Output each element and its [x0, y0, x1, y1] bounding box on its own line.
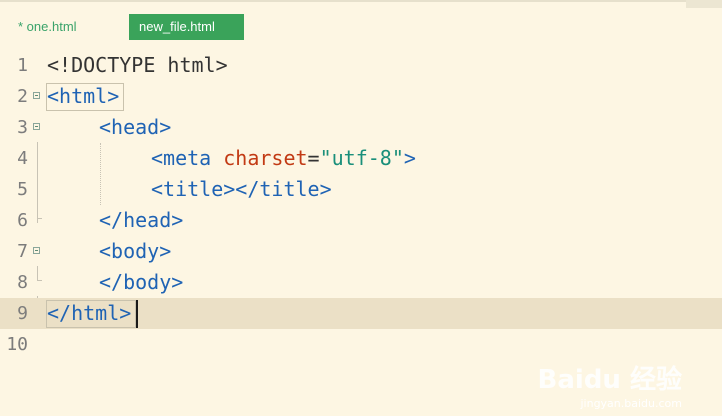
title-close-tag: </title> [235, 177, 332, 201]
line-number: 7 [17, 241, 28, 262]
top-right-strip [686, 0, 722, 8]
tab-new-file-html[interactable]: new_file.html [129, 14, 244, 40]
line-number: 8 [17, 272, 28, 293]
head-close-tag: </head> [99, 208, 184, 232]
code-line-6[interactable]: 6 </head> [0, 205, 722, 236]
fold-toggle-icon[interactable] [33, 247, 40, 254]
line-number: 9 [17, 303, 28, 324]
line-number: 1 [17, 55, 28, 76]
charset-value: "utf-8" [319, 146, 404, 170]
equals-token: = [307, 146, 320, 170]
fold-toggle-icon[interactable] [33, 123, 40, 130]
fold-toggle-icon[interactable] [33, 92, 40, 99]
code-line-10[interactable]: 10 [0, 329, 722, 360]
code-text: <head> [99, 112, 171, 143]
baidu-watermark-url: jingyan.baidu.com [580, 397, 682, 410]
title-open-tag: <title> [151, 177, 236, 201]
code-text: <meta charset="utf-8"> [151, 143, 416, 174]
line-number: 3 [17, 117, 28, 138]
code-line-7[interactable]: 7 <body> [0, 236, 722, 267]
body-close-tag: </body> [99, 270, 184, 294]
doctype-token: <!DOCTYPE html> [47, 53, 228, 77]
bracket-match-highlight [46, 83, 124, 111]
tab-bar: * one.html new_file.html [0, 14, 722, 40]
line-number: 6 [17, 210, 28, 231]
code-text: <title></title> [151, 174, 332, 205]
code-text: </body> [99, 267, 183, 298]
code-text: <!DOCTYPE html> [47, 50, 228, 81]
charset-attribute: charset [223, 146, 308, 170]
code-line-8[interactable]: 8 </body> [0, 267, 722, 298]
top-border [0, 0, 722, 2]
line-number: 10 [6, 334, 28, 355]
line-number: 5 [17, 179, 28, 200]
body-open-tag: <body> [99, 239, 172, 263]
code-text: <body> [99, 236, 171, 267]
code-text: </head> [99, 205, 183, 236]
meta-tag: <meta [151, 146, 224, 170]
tab-one-html[interactable]: * one.html [18, 14, 77, 40]
text-cursor [136, 300, 138, 328]
code-line-1[interactable]: 1 <!DOCTYPE html> [0, 50, 722, 81]
line-number: 2 [17, 86, 28, 107]
code-line-4[interactable]: 4 <meta charset="utf-8"> [0, 143, 722, 174]
meta-tag-end: > [403, 146, 416, 170]
baidu-watermark-logo: Baidu 经验 [537, 365, 682, 395]
head-open-tag: <head> [99, 115, 172, 139]
code-line-5[interactable]: 5 <title></title> [0, 174, 722, 205]
line-number: 4 [17, 148, 28, 169]
bracket-match-highlight [46, 300, 136, 328]
code-line-3[interactable]: 3 <head> [0, 112, 722, 143]
